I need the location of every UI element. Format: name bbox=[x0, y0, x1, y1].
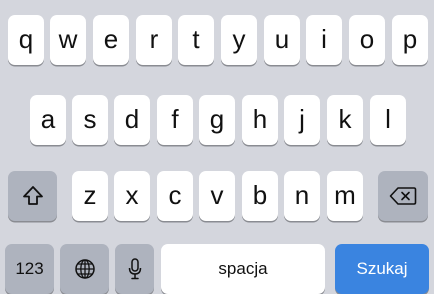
globe-icon bbox=[74, 259, 95, 279]
key-h[interactable]: h bbox=[242, 95, 278, 145]
key-m[interactable]: m bbox=[327, 171, 363, 221]
key-label: v bbox=[210, 180, 224, 210]
key-label: s bbox=[83, 104, 97, 134]
key-a[interactable]: a bbox=[30, 95, 66, 145]
globe-key[interactable] bbox=[60, 244, 109, 294]
key-j[interactable]: j bbox=[284, 95, 320, 145]
space-key-label: spacja bbox=[218, 259, 268, 278]
key-n[interactable]: n bbox=[284, 171, 320, 221]
microphone-key[interactable] bbox=[115, 244, 154, 294]
shift-key[interactable] bbox=[8, 171, 57, 221]
keyboard-row-2: a s d f g h j k l bbox=[0, 95, 434, 145]
key-l[interactable]: l bbox=[370, 95, 406, 145]
key-i[interactable]: i bbox=[306, 15, 342, 65]
key-label: b bbox=[252, 180, 268, 210]
delete-icon bbox=[389, 187, 417, 205]
keyboard-row-3: z x c v b n m bbox=[0, 171, 434, 221]
key-label: k bbox=[338, 104, 352, 134]
key-label: e bbox=[103, 24, 119, 54]
key-label: w bbox=[58, 24, 78, 54]
key-label: c bbox=[168, 180, 182, 210]
key-r[interactable]: r bbox=[136, 15, 172, 65]
search-key[interactable]: Szukaj bbox=[335, 244, 429, 294]
delete-key[interactable] bbox=[378, 171, 428, 221]
key-b[interactable]: b bbox=[242, 171, 278, 221]
key-p[interactable]: p bbox=[392, 15, 428, 65]
keyboard-row-1: q w e r t y u i o p bbox=[0, 15, 434, 65]
key-label: x bbox=[125, 180, 139, 210]
key-label: f bbox=[171, 104, 179, 134]
key-w[interactable]: w bbox=[50, 15, 86, 65]
key-label: h bbox=[252, 104, 268, 134]
numbers-key-label: 123 bbox=[15, 259, 44, 278]
key-d[interactable]: d bbox=[114, 95, 150, 145]
key-x[interactable]: x bbox=[114, 171, 150, 221]
key-y[interactable]: y bbox=[221, 15, 257, 65]
key-u[interactable]: u bbox=[264, 15, 300, 65]
key-t[interactable]: t bbox=[178, 15, 214, 65]
space-key[interactable]: spacja bbox=[161, 244, 325, 294]
key-label: y bbox=[232, 24, 246, 54]
key-label: t bbox=[192, 24, 200, 54]
key-k[interactable]: k bbox=[327, 95, 363, 145]
key-label: a bbox=[40, 104, 56, 134]
key-g[interactable]: g bbox=[199, 95, 235, 145]
search-key-label: Szukaj bbox=[356, 259, 408, 278]
key-q[interactable]: q bbox=[8, 15, 44, 65]
key-label: r bbox=[149, 24, 159, 54]
shift-icon bbox=[22, 186, 43, 205]
key-label: g bbox=[209, 104, 225, 134]
key-label: m bbox=[334, 180, 356, 210]
key-label: d bbox=[124, 104, 140, 134]
key-label: i bbox=[321, 24, 327, 54]
key-label: j bbox=[299, 104, 305, 134]
key-f[interactable]: f bbox=[157, 95, 193, 145]
key-label: n bbox=[294, 180, 310, 210]
key-v[interactable]: v bbox=[199, 171, 235, 221]
key-label: o bbox=[359, 24, 375, 54]
key-label: q bbox=[18, 24, 34, 54]
microphone-icon bbox=[128, 258, 141, 280]
key-label: p bbox=[402, 24, 418, 54]
key-label: u bbox=[274, 24, 290, 54]
numbers-key[interactable]: 123 bbox=[5, 244, 54, 294]
key-z[interactable]: z bbox=[72, 171, 108, 221]
key-e[interactable]: e bbox=[93, 15, 129, 65]
on-screen-keyboard: q w e r t y u i o p a s d f g h j k l z … bbox=[0, 0, 434, 294]
key-c[interactable]: c bbox=[157, 171, 193, 221]
key-o[interactable]: o bbox=[349, 15, 385, 65]
key-label: l bbox=[385, 104, 391, 134]
keyboard-row-4: 123 spacja Szukaj bbox=[0, 244, 434, 294]
key-label: z bbox=[83, 180, 97, 210]
key-s[interactable]: s bbox=[72, 95, 108, 145]
